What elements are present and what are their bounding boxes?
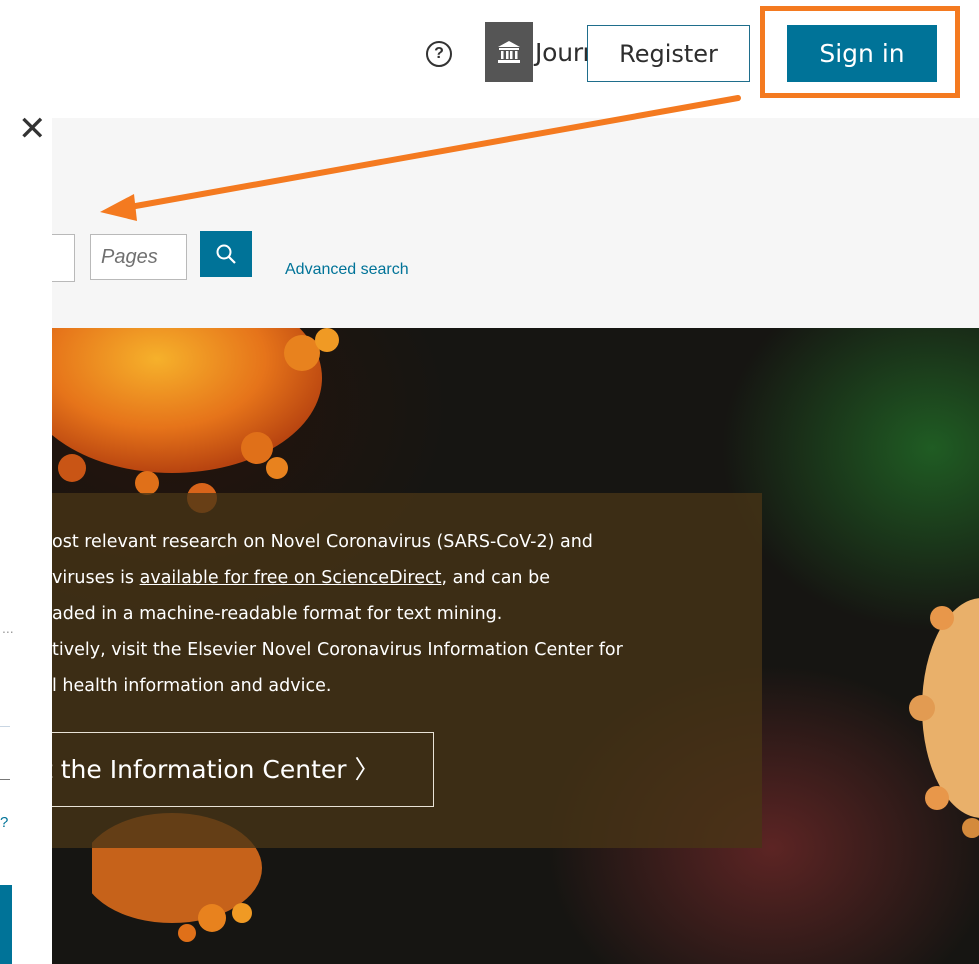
close-icon[interactable]: ✕: [18, 112, 47, 146]
virus-image: [909, 598, 979, 838]
hero-text-line: tively, visit the Elsevier Novel Coronav…: [52, 640, 623, 660]
hero-text-line: viruses is available for free on Science…: [52, 560, 752, 596]
chevron-right-icon: 〉: [354, 755, 380, 784]
pages-input[interactable]: Pages: [90, 234, 187, 280]
ellipsis-text: ...: [2, 620, 14, 636]
institution-icon[interactable]: [485, 22, 533, 82]
panel-action-button[interactable]: [0, 885, 12, 964]
divider: [0, 779, 10, 780]
search-button[interactable]: [200, 231, 252, 277]
search-bar-area: Pages Advanced search: [52, 118, 979, 328]
question-text: ?: [0, 814, 9, 831]
hero-text-line: ost relevant research on Novel Coronavir…: [52, 532, 593, 552]
help-icon[interactable]: ?: [426, 41, 452, 67]
divider: [0, 726, 10, 727]
information-center-button[interactable]: t the Information Center 〉: [52, 732, 434, 807]
register-button[interactable]: Register: [587, 25, 750, 82]
hero-banner: ost relevant research on Novel Coronavir…: [52, 328, 979, 964]
hero-text-line: l health information and advice.: [52, 676, 332, 696]
hero-text-fragment: viruses is: [52, 568, 140, 588]
hero-text-fragment: , and can be: [441, 568, 550, 588]
sign-in-button[interactable]: Sign in: [787, 25, 937, 82]
top-header: Journals & Books ? Register Sign in: [0, 0, 979, 118]
hero-text: ost relevant research on Novel Coronavir…: [52, 524, 752, 704]
advanced-search-link[interactable]: Advanced search: [285, 261, 409, 279]
search-field-partial[interactable]: [52, 234, 75, 282]
side-panel: ... ?: [0, 150, 52, 964]
cta-label: t the Information Center: [52, 755, 347, 784]
hero-text-line: aded in a machine-readable format for te…: [52, 604, 503, 624]
search-icon: [216, 244, 236, 264]
free-access-link[interactable]: available for free on ScienceDirect: [140, 568, 442, 588]
